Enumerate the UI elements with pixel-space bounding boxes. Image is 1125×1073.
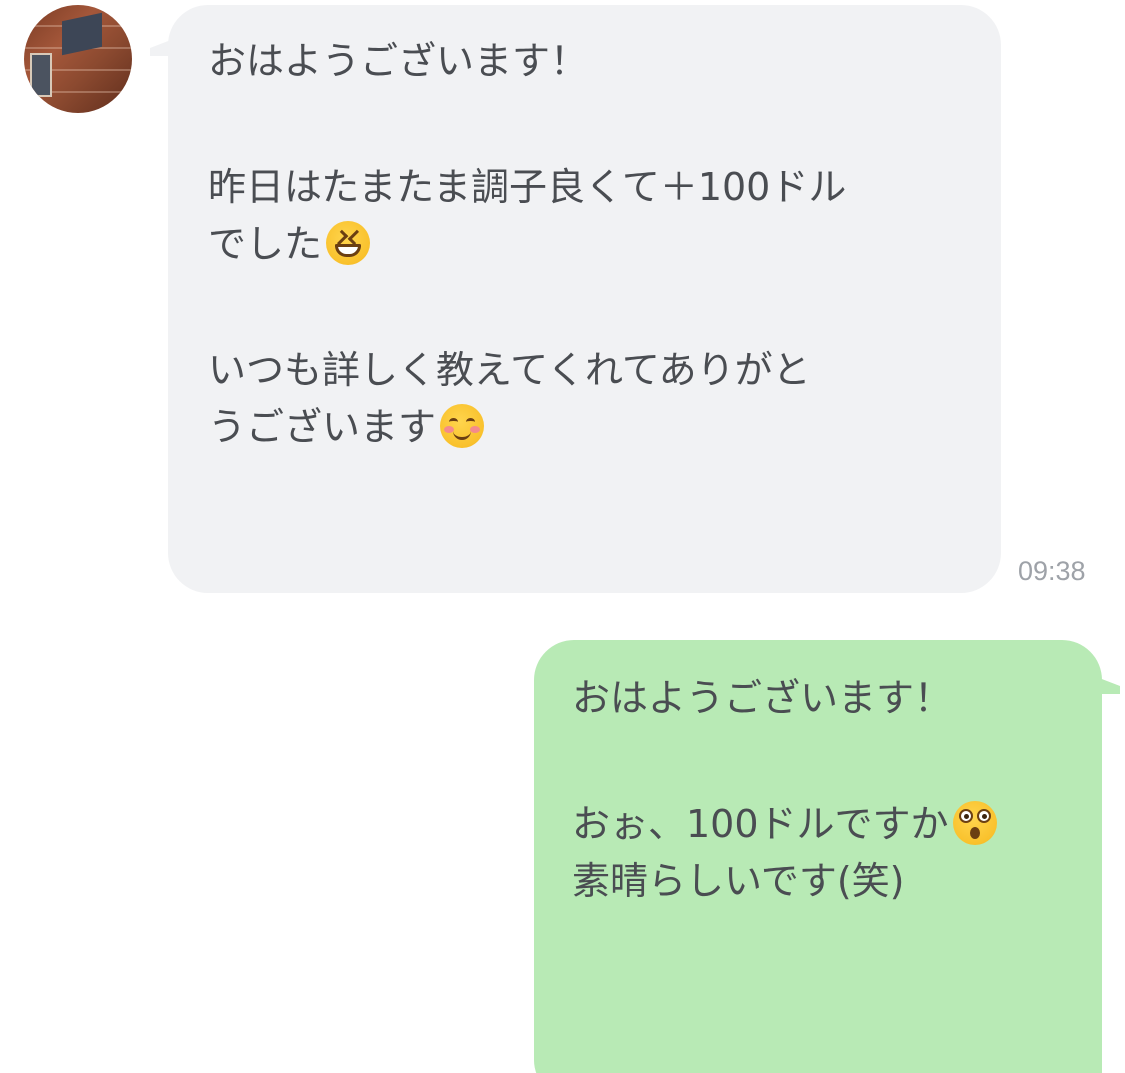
message-line-with-emoji: でした	[208, 216, 971, 273]
message-text: おぉ、100ドルですか	[572, 802, 949, 846]
contact-avatar[interactable]	[24, 5, 132, 113]
message-text: でした	[208, 222, 323, 266]
incoming-message-bubble[interactable]: おはようございます！ 昨日はたまたま調子良くて＋100ドル でした いつも詳しく…	[168, 5, 1001, 593]
message-text: うございます	[208, 405, 437, 449]
message-line: 素晴らしいです(笑)	[572, 859, 905, 903]
message-line: おはようございます！	[208, 39, 589, 83]
outgoing-message-bubble[interactable]: おはようございます！ おぉ、100ドルですか 素晴らしいです(笑)	[534, 640, 1102, 1073]
smiling-face-icon	[440, 404, 485, 448]
message-line: いつも詳しく教えてくれてありがと	[208, 348, 811, 392]
avatar-window	[30, 53, 52, 97]
message-line-with-emoji: うございます	[208, 399, 971, 456]
message-timestamp: 09:38	[1018, 556, 1086, 586]
message-line: 昨日はたまたま調子良くて＋100ドル	[208, 165, 847, 209]
message-line-with-emoji: おぉ、100ドルですか	[572, 796, 1082, 853]
astonished-face-icon	[952, 801, 997, 845]
grinning-squinting-face-icon	[326, 221, 371, 265]
message-line: おはようございます！	[572, 676, 953, 720]
chat-view: おはようございます！ 昨日はたまたま調子良くて＋100ドル でした いつも詳しく…	[0, 0, 1125, 1073]
